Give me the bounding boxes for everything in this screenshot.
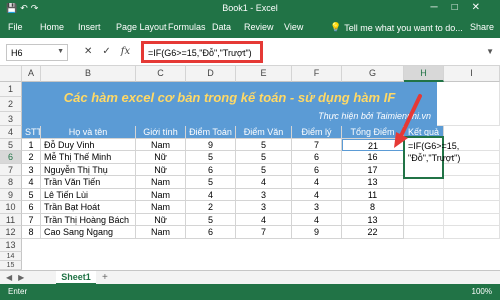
name-box-value: H6 — [11, 48, 23, 58]
title-bar: 💾↶↷ Book1 - Excel ─□✕ — [0, 0, 500, 17]
tab-insert[interactable]: Insert — [78, 22, 101, 32]
cancel-icon[interactable]: ✕ — [84, 46, 92, 57]
tab-formulas[interactable]: Formulas — [168, 22, 206, 32]
window-controls[interactable]: ─□✕ — [430, 2, 494, 13]
status-bar: Enter 100% — [0, 284, 500, 300]
status-mode: Enter — [8, 287, 28, 296]
tab-page-layout[interactable]: Page Layout — [116, 22, 167, 32]
tab-data[interactable]: Data — [212, 22, 231, 32]
tab-home[interactable]: Home — [40, 22, 64, 32]
share-button[interactable]: Share — [470, 22, 494, 32]
name-box[interactable]: H6 ▼ — [6, 44, 68, 61]
ribbon-tabs: File Home Insert Page Layout Formulas Da… — [0, 17, 500, 38]
formula-bar: H6 ▼ ✕ ✓ fx =IF(G6>=15,"Đỗ","Trượt") ▼ — [0, 38, 500, 66]
tab-view[interactable]: View — [284, 22, 303, 32]
formula-bar-buttons: ✕ ✓ fx — [84, 46, 130, 57]
tell-me-label: Tell me what you want to do... — [344, 22, 463, 33]
tab-file[interactable]: File — [8, 22, 23, 32]
annotation-arrow-icon — [394, 94, 422, 148]
expand-formula-bar-icon[interactable]: ▼ — [486, 47, 494, 56]
tell-me-search[interactable]: 💡 Tell me what you want to do... — [330, 22, 463, 33]
enter-icon[interactable]: ✓ — [102, 46, 110, 57]
tab-review[interactable]: Review — [244, 22, 274, 32]
formula-input[interactable]: =IF(G6>=15,"Đỗ","Trượt") — [141, 41, 263, 63]
zoom-level[interactable]: 100% — [472, 287, 492, 296]
chevron-down-icon[interactable]: ▼ — [57, 48, 64, 55]
lightbulb-icon: 💡 — [330, 22, 342, 32]
insert-function-icon[interactable]: fx — [121, 46, 130, 57]
window-title: Book1 - Excel — [222, 3, 278, 13]
